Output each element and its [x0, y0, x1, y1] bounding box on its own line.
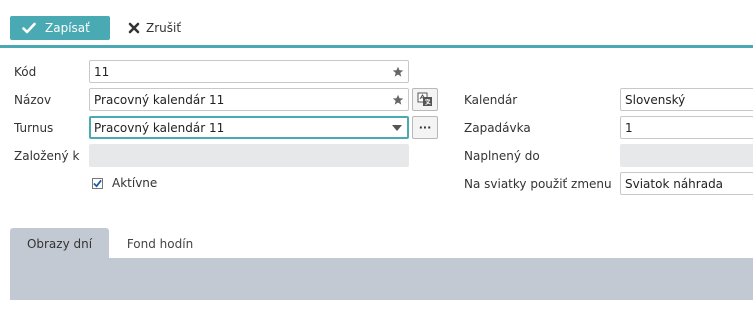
- cancel-button[interactable]: Zrušiť: [128, 16, 181, 40]
- turnus-more-button[interactable]: ···: [412, 116, 438, 139]
- more-label: ···: [418, 121, 432, 134]
- kod-field[interactable]: 11: [89, 60, 409, 83]
- x-icon: [128, 22, 140, 34]
- naplneny-field: [620, 144, 753, 167]
- aktivne-row[interactable]: Aktívne: [92, 176, 157, 190]
- tab-obrazy-dni[interactable]: Obrazy dní: [10, 228, 109, 259]
- zapadavka-label: Zapadávka: [464, 121, 531, 135]
- naplneny-label: Naplnený do: [464, 149, 540, 163]
- check-icon: [22, 22, 36, 34]
- aktivne-checkbox[interactable]: [92, 177, 103, 189]
- turnus-value: Pracovný kalendár 11: [94, 120, 225, 135]
- checkmark-icon: [93, 179, 102, 188]
- save-label: Zapísať: [45, 21, 90, 35]
- tab-label: Obrazy dní: [26, 236, 93, 251]
- sviatky-field[interactable]: Sviatok náhrada: [620, 172, 753, 195]
- toolbar-divider: [0, 45, 753, 48]
- kalendar-label: Kalendár: [464, 93, 518, 107]
- translate-icon: [417, 92, 432, 106]
- save-button[interactable]: Zapísať: [10, 16, 110, 40]
- aktivne-label: Aktívne: [112, 176, 158, 190]
- tab-label: Fond hodín: [126, 236, 194, 251]
- star-icon: [392, 94, 404, 105]
- zalozeny-label: Založený k: [14, 149, 80, 163]
- kalendar-field[interactable]: Slovenský: [620, 88, 753, 111]
- nazov-value: Pracovný kalendár 11: [94, 92, 225, 107]
- cancel-label: Zrušiť: [146, 21, 182, 35]
- sviatky-value: Sviatok náhrada: [625, 176, 724, 191]
- nazov-field[interactable]: Pracovný kalendár 11: [89, 88, 409, 111]
- turnus-label: Turnus: [14, 121, 54, 135]
- tab-content-area: [10, 258, 753, 300]
- kalendar-value: Slovenský: [625, 92, 686, 107]
- star-icon: [392, 66, 404, 77]
- nazov-label: Názov: [14, 93, 52, 107]
- zapadavka-value: 1: [625, 120, 633, 135]
- tab-fond-hodin[interactable]: Fond hodín: [114, 228, 206, 259]
- zapadavka-field[interactable]: 1: [620, 116, 753, 139]
- sviatky-label: Na sviatky použiť zmenu: [464, 177, 612, 191]
- kod-label: Kód: [14, 65, 37, 79]
- translate-button[interactable]: [412, 88, 438, 111]
- kod-value: 11: [94, 64, 110, 79]
- chevron-down-icon: [392, 124, 402, 131]
- turnus-select[interactable]: Pracovný kalendár 11: [89, 116, 409, 139]
- zalozeny-field: [89, 144, 409, 167]
